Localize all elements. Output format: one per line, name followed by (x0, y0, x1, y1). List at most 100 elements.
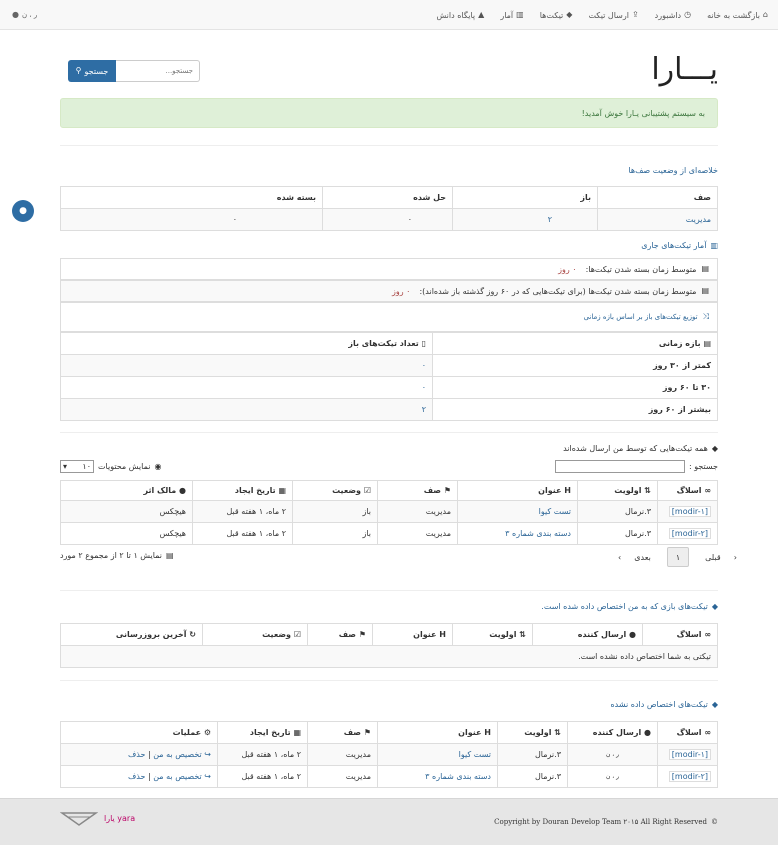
table-header-row: ∞ اسلاگ ● ارسال کننده ⇅ اولویت H عنوان ⚑… (60, 623, 718, 646)
nav-knowledge[interactable]: ▲ پایگاه دانش (436, 11, 484, 20)
page-length-select[interactable]: ▾ ۱۰ (60, 460, 94, 473)
share-icon: ↪ (204, 750, 211, 759)
open-count-link[interactable]: ۲ (548, 215, 552, 224)
search-form: ⚲ جستجو (68, 60, 200, 82)
user-icon: ● (644, 728, 651, 737)
link-icon: ∞ (704, 486, 711, 495)
header-last-update: ↻ آخرین بروزرسانی (60, 623, 203, 646)
header-created: ▦ تاریخ ایجاد (217, 721, 308, 744)
table-row: تیکتی به شما اختصاص داده نشده است. (60, 645, 718, 668)
ticket-title-link[interactable]: تست کیوا (539, 507, 571, 516)
nav-stats[interactable]: ▥ آمار (500, 11, 523, 20)
my-tickets-title: ◆ همه تیکت‌هایی که توسط من ارسال شده‌اند (563, 443, 718, 453)
count-link[interactable]: ۰ (422, 361, 426, 370)
bar-chart-icon: ▥ (516, 10, 524, 19)
table-row: [modir-۲] ر ، ن ۳.نرمال دسته بندی شماره … (60, 765, 718, 788)
header-queue[interactable]: ⚑ صف (377, 480, 458, 501)
assigned-table: ∞ اسلاگ ● ارسال کننده ⇅ اولویت H عنوان ⚑… (60, 623, 718, 668)
priority: ۳.نرمال (497, 743, 568, 766)
submitter: ر ، ن (567, 765, 658, 788)
ticket-slug-link[interactable]: [modir-۲] (668, 771, 711, 782)
page-length: ◉ نمایش محتویات ▾ ۱۰ (60, 460, 161, 473)
search-input[interactable] (116, 60, 200, 82)
my-tickets-table: ∞ اسلاگ ⇅ اولویت H عنوان ⚑ صف ☑ وضعیت ▦ … (60, 480, 718, 545)
page-number[interactable]: ۱ (666, 547, 690, 567)
divider (60, 590, 718, 591)
header-slug: ∞ اسلاگ (657, 721, 718, 744)
ticket-title-link[interactable]: تست کیوا (459, 750, 491, 759)
table-row: [modir-۱] ر ، ن ۳.نرمال تست کیوا مدیریت … (60, 743, 718, 766)
header-slug[interactable]: ∞ اسلاگ (657, 480, 718, 501)
header-queue: ⚑ صف (307, 721, 378, 744)
home-icon: ⌂ (762, 10, 768, 19)
header-status[interactable]: ☑ وضعیت (292, 480, 378, 501)
link-icon: ∞ (704, 728, 711, 737)
ticket-title-link[interactable]: دسته بندی شماره ۳ (425, 772, 491, 781)
queue-link[interactable]: مدیریت (686, 215, 711, 224)
heading-icon: H (439, 630, 446, 639)
delete-link[interactable]: حذف (128, 750, 145, 759)
actions: ↪ تخصیص به من | حذف (60, 743, 218, 766)
assign-to-me-link[interactable]: ↪ تخصیص به من (153, 750, 211, 759)
nav-tickets[interactable]: ◆ تیکت‌ها (540, 11, 573, 20)
empty-message: تیکتی به شما اختصاص داده نشده است. (60, 645, 718, 668)
ticket-slug-link[interactable]: [modir-۲] (668, 528, 711, 539)
calendar-icon: ▦ (278, 486, 286, 495)
assign-to-me-link[interactable]: ↪ تخصیص به من (153, 772, 211, 781)
current-stats-title: ▥ آمار تیکت‌های جاری (641, 240, 718, 250)
delete-link[interactable]: حذف (128, 772, 145, 781)
nav-dashboard[interactable]: ◷ داشبورد (655, 11, 691, 20)
header-open: باز (452, 186, 598, 209)
header-title[interactable]: H عنوان (457, 480, 578, 501)
range-label: ۳۰ تا ۶۰ روز (432, 376, 718, 399)
header-slug: ∞ اسلاگ (642, 623, 718, 646)
table-row: [modir-۲] ۳.نرمال دسته بندی شماره ۳ مدیر… (60, 522, 718, 545)
list-icon: ▤ (703, 339, 711, 348)
list-icon: ▤ (166, 550, 174, 560)
search-button[interactable]: ⚲ جستجو (68, 60, 116, 82)
header-created[interactable]: ▦ تاریخ ایجاد (192, 480, 293, 501)
divider (60, 432, 718, 433)
filter-input[interactable] (554, 460, 685, 473)
tag-icon: ◆ (711, 699, 718, 709)
header-owner[interactable]: ● مالک اثر (60, 480, 193, 501)
table-header-row: صف باز حل شده بسته شده (60, 186, 718, 209)
upload-icon: ⇪ (631, 10, 639, 19)
distribution-table: ▤ بازه زمانی ▯ تعداد تیکت‌های باز کمتر ا… (60, 332, 718, 421)
table-info: ▤ نمایش ۱ تا ۲ از مجموع ۲ مورد (60, 550, 174, 560)
next-page[interactable]: بعدی › (610, 547, 667, 567)
nav-send-ticket[interactable]: ⇪ ارسال تیکت (588, 11, 638, 20)
copyright: Copyright by Douran Develop Team ۲۰۱۵ Al… (494, 818, 718, 826)
chat-button[interactable]: ● (12, 200, 34, 222)
header-closed: بسته شده (60, 186, 323, 209)
avg-close-time-60: ▤ متوسط زمان بسته شدن تیکت‌ها (برای تیکت‌… (60, 280, 718, 302)
priority: ۳.نرمال (577, 500, 658, 523)
user-menu[interactable]: ● ر ، ن (12, 0, 37, 30)
nav-home[interactable]: ⌂ بازگشت به خانه (707, 11, 768, 20)
count-link[interactable]: ۲ (422, 405, 426, 414)
gear-icon: ⚙ (203, 728, 211, 737)
tag-icon: ◆ (711, 601, 718, 611)
ticket-slug-link[interactable]: [modir-۱] (668, 749, 711, 760)
sort-icon: ⇅ (644, 486, 651, 495)
calendar-icon: ▦ (293, 728, 301, 737)
distribution-title: ⤨ توزیع تیکت‌های باز بر اساس بازه زمانی (60, 302, 718, 332)
header-priority: ⇅ اولویت (497, 721, 568, 744)
header-queue: صف (597, 186, 718, 209)
tag-icon: ◆ (711, 443, 718, 453)
ticket-slug-link[interactable]: [modir-۱] (668, 506, 711, 517)
submitter: ر ، ن (567, 743, 658, 766)
ticket-title-link[interactable]: دسته بندی شماره ۳ (505, 529, 571, 538)
table-row: کمتر از ۳۰ روز ۰ (60, 354, 718, 377)
prev-page[interactable]: ‹ قبلی (689, 547, 745, 567)
header-title: H عنوان (372, 623, 453, 646)
header-priority[interactable]: ⇅ اولویت (577, 480, 658, 501)
header-priority: ⇅ اولویت (452, 623, 533, 646)
priority: ۳.نرمال (577, 522, 658, 545)
header-resolved: حل شده (322, 186, 453, 209)
dashboard-icon: ◷ (684, 10, 692, 19)
user-icon: ● (12, 10, 19, 19)
count-link[interactable]: ۰ (422, 383, 426, 392)
copyright-icon: © (711, 818, 718, 826)
created-date: ۲ ماه، ۱ هفته قبل (217, 765, 308, 788)
